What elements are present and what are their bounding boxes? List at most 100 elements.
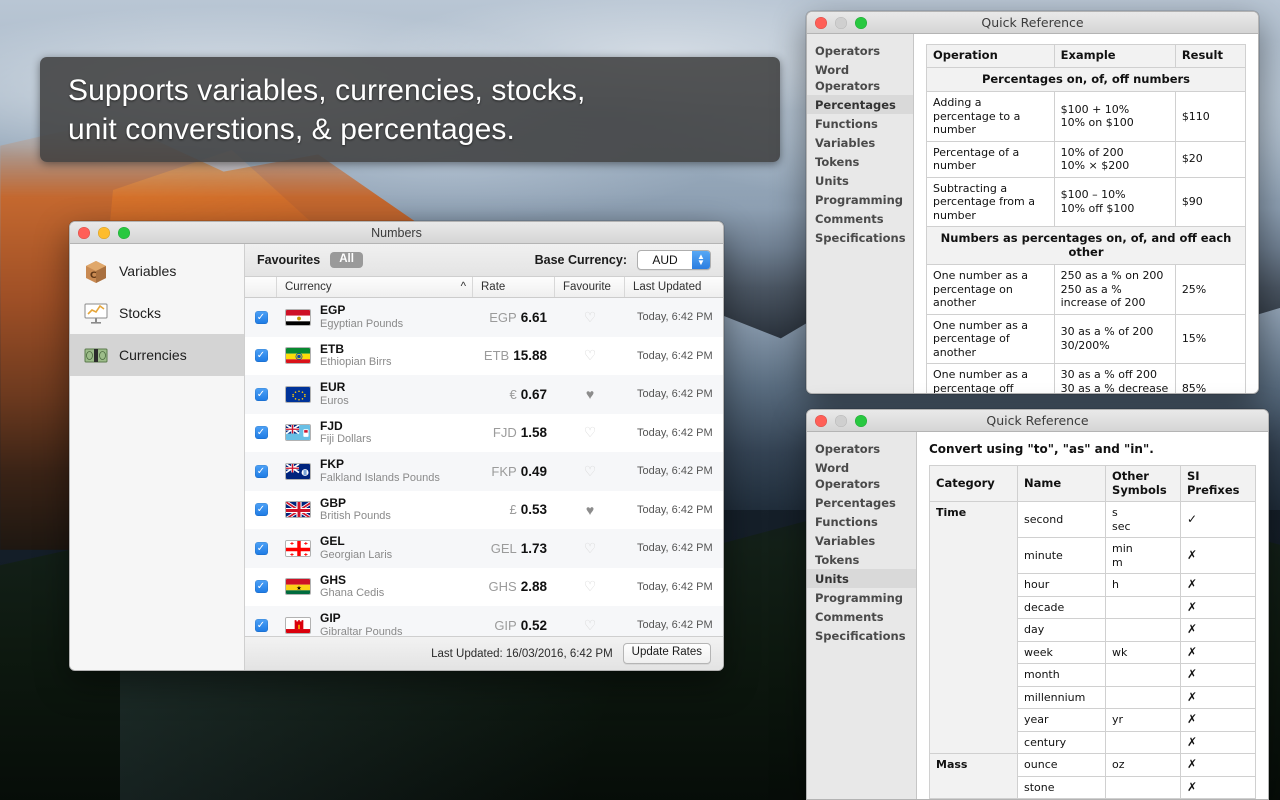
minimize-button[interactable] xyxy=(98,227,110,239)
window-controls[interactable] xyxy=(70,227,130,239)
base-currency-select[interactable]: AUD ▲▼ xyxy=(637,250,711,270)
sidebar-item-currencies[interactable]: Currencies xyxy=(70,334,244,376)
column-header-favourite[interactable]: Favourite xyxy=(555,277,625,297)
heart-icon[interactable]: ♡ xyxy=(584,578,597,595)
row-checkbox[interactable] xyxy=(255,503,268,516)
minimize-button[interactable] xyxy=(835,17,847,29)
row-checkbox-cell[interactable] xyxy=(245,337,277,376)
qr-nav-item-variables[interactable]: Variables xyxy=(807,133,913,152)
favourite-cell[interactable]: ♥ xyxy=(555,491,625,530)
close-button[interactable] xyxy=(78,227,90,239)
qr-nav-item-operators[interactable]: Operators xyxy=(807,439,916,458)
row-checkbox[interactable] xyxy=(255,426,268,439)
table-row[interactable]: ETBEthiopian BirrsETB15.88♡Today, 6:42 P… xyxy=(245,337,723,376)
column-header-rate[interactable]: Rate xyxy=(473,277,555,297)
column-header-last-updated[interactable]: Last Updated xyxy=(625,277,723,297)
sidebar-item-stocks[interactable]: Stocks xyxy=(70,292,244,334)
qr-nav-item-operators[interactable]: Operators xyxy=(807,41,913,60)
favourite-cell[interactable]: ♡ xyxy=(555,529,625,568)
row-checkbox[interactable] xyxy=(255,580,268,593)
heart-icon[interactable]: ♡ xyxy=(584,424,597,441)
qr-nav-item-units[interactable]: Units xyxy=(807,569,916,588)
column-header-check[interactable] xyxy=(245,277,277,297)
row-checkbox-cell[interactable] xyxy=(245,414,277,453)
qr-nav-item-percentages[interactable]: Percentages xyxy=(807,95,913,114)
favourite-cell[interactable]: ♡ xyxy=(555,414,625,453)
table-row[interactable]: FJDFiji DollarsFJD1.58♡Today, 6:42 PM xyxy=(245,414,723,453)
qr-nav-item-variables[interactable]: Variables xyxy=(807,531,916,550)
qr-nav-item-comments[interactable]: Comments xyxy=(807,607,916,626)
table-row[interactable]: GBPBritish Pounds£0.53♥Today, 6:42 PM xyxy=(245,491,723,530)
qr-nav-item-tokens[interactable]: Tokens xyxy=(807,550,916,569)
close-button[interactable] xyxy=(815,17,827,29)
qr-nav-item-functions[interactable]: Functions xyxy=(807,512,916,531)
qr-top-titlebar[interactable]: Quick Reference xyxy=(807,12,1258,34)
table-row[interactable]: ★GHSGhana CedisGHS2.88♡Today, 6:42 PM xyxy=(245,568,723,607)
qr-nav-item-comments[interactable]: Comments xyxy=(807,209,913,228)
qr-nav-item-units[interactable]: Units xyxy=(807,171,913,190)
favourite-cell[interactable]: ♡ xyxy=(555,568,625,607)
row-checkbox-cell[interactable] xyxy=(245,298,277,337)
qr-nav-item-programming[interactable]: Programming xyxy=(807,190,913,209)
numbers-window[interactable]: Numbers C Variables xyxy=(69,221,724,671)
heart-icon[interactable]: ♡ xyxy=(584,617,597,634)
sidebar-item-variables[interactable]: C Variables xyxy=(70,250,244,292)
row-checkbox[interactable] xyxy=(255,388,268,401)
qr-bottom-titlebar[interactable]: Quick Reference xyxy=(807,410,1268,432)
column-header-currency[interactable]: Currency ^ xyxy=(277,277,473,297)
row-checkbox[interactable] xyxy=(255,311,268,324)
qr-nav-item-specifications[interactable]: Specifications xyxy=(807,228,913,247)
table-row[interactable]: EUREuros€0.67♥Today, 6:42 PM xyxy=(245,375,723,414)
zoom-button[interactable] xyxy=(118,227,130,239)
row-checkbox[interactable] xyxy=(255,542,268,555)
favourite-cell[interactable]: ♥ xyxy=(555,375,625,414)
quick-reference-window-percentages[interactable]: Quick Reference OperatorsWord OperatorsP… xyxy=(806,11,1259,394)
row-checkbox[interactable] xyxy=(255,619,268,632)
zoom-button[interactable] xyxy=(855,17,867,29)
zoom-button[interactable] xyxy=(855,415,867,427)
heart-icon[interactable]: ♡ xyxy=(584,309,597,326)
heart-icon[interactable]: ♥ xyxy=(586,386,594,402)
table-row[interactable]: EGPEgyptian PoundsEGP6.61♡Today, 6:42 PM xyxy=(245,298,723,337)
window-controls[interactable] xyxy=(807,17,867,29)
qr-nav-item-tokens[interactable]: Tokens xyxy=(807,152,913,171)
qr-top-sidebar[interactable]: OperatorsWord OperatorsPercentagesFuncti… xyxy=(807,34,914,393)
heart-icon[interactable]: ♡ xyxy=(584,463,597,480)
qr-nav-item-percentages[interactable]: Percentages xyxy=(807,493,916,512)
qr-nav-item-word-operators[interactable]: Word Operators xyxy=(807,60,913,95)
qr-nav-item-programming[interactable]: Programming xyxy=(807,588,916,607)
numbers-titlebar[interactable]: Numbers xyxy=(70,222,723,244)
favourite-cell[interactable]: ♡ xyxy=(555,298,625,337)
vertical-scrollbar[interactable] xyxy=(1260,432,1268,799)
row-checkbox-cell[interactable] xyxy=(245,529,277,568)
quick-reference-window-units[interactable]: Quick Reference OperatorsWord OperatorsP… xyxy=(806,409,1269,800)
table-row[interactable]: GIPGibraltar PoundsGIP0.52♡Today, 6:42 P… xyxy=(245,606,723,636)
window-controls[interactable] xyxy=(807,415,867,427)
table-row[interactable]: FKPFalkland Islands PoundsFKP0.49♡Today,… xyxy=(245,452,723,491)
qr-nav-item-specifications[interactable]: Specifications xyxy=(807,626,916,645)
row-checkbox-cell[interactable] xyxy=(245,606,277,636)
qr-nav-item-functions[interactable]: Functions xyxy=(807,114,913,133)
row-checkbox[interactable] xyxy=(255,465,268,478)
numbers-sidebar[interactable]: C Variables Stocks xyxy=(70,244,245,670)
favourite-cell[interactable]: ♡ xyxy=(555,452,625,491)
qr-bottom-sidebar[interactable]: OperatorsWord OperatorsPercentagesFuncti… xyxy=(807,432,917,799)
close-button[interactable] xyxy=(815,415,827,427)
row-checkbox-cell[interactable] xyxy=(245,452,277,491)
update-rates-button[interactable]: Update Rates xyxy=(623,643,711,664)
heart-icon[interactable]: ♡ xyxy=(584,347,597,364)
heart-icon[interactable]: ♥ xyxy=(586,502,594,518)
all-filter-button[interactable]: All xyxy=(330,252,363,269)
favourite-cell[interactable]: ♡ xyxy=(555,337,625,376)
row-checkbox[interactable] xyxy=(255,349,268,362)
row-checkbox-cell[interactable] xyxy=(245,375,277,414)
minimize-button[interactable] xyxy=(835,415,847,427)
heart-icon[interactable]: ♡ xyxy=(584,540,597,557)
favourite-cell[interactable]: ♡ xyxy=(555,606,625,636)
table-row[interactable]: GELGeorgian LarisGEL1.73♡Today, 6:42 PM xyxy=(245,529,723,568)
row-checkbox-cell[interactable] xyxy=(245,491,277,530)
qr-nav-item-word-operators[interactable]: Word Operators xyxy=(807,458,916,493)
currency-table-body[interactable]: EGPEgyptian PoundsEGP6.61♡Today, 6:42 PM… xyxy=(245,298,723,636)
row-checkbox-cell[interactable] xyxy=(245,568,277,607)
vertical-scrollbar[interactable] xyxy=(1250,34,1258,393)
